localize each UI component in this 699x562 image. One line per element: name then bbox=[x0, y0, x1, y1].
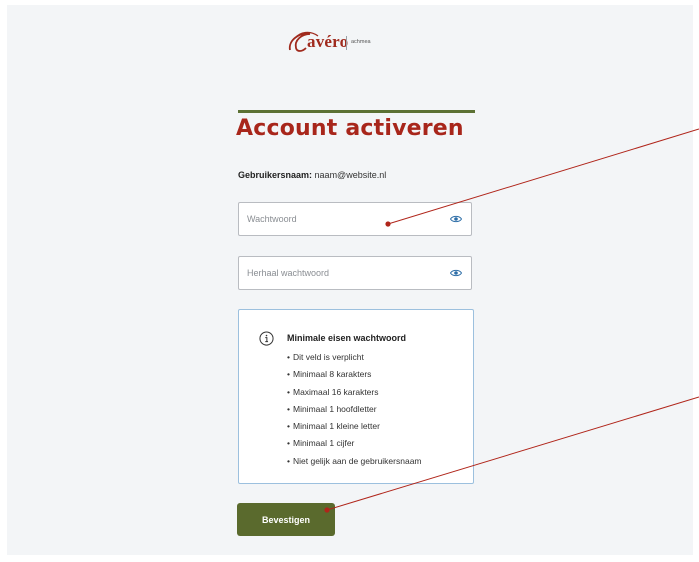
username-value: naam@website.nl bbox=[314, 170, 387, 180]
page-title: Account activeren bbox=[236, 116, 464, 141]
logo-subbrand: achmea bbox=[351, 39, 371, 45]
eye-icon[interactable] bbox=[450, 213, 462, 225]
submit-button[interactable]: Bevestigen bbox=[237, 503, 335, 536]
requirement-item: Minimaal 8 karakters bbox=[287, 368, 422, 385]
requirement-item: Minimaal 1 cijfer bbox=[287, 437, 422, 454]
requirements-title: Minimale eisen wachtwoord bbox=[287, 333, 407, 343]
username-row: Gebruikersnaam: naam@website.nl bbox=[238, 170, 386, 180]
requirement-item: Minimaal 1 hoofdletter bbox=[287, 403, 422, 420]
requirement-item: Maximaal 16 karakters bbox=[287, 386, 422, 403]
info-icon bbox=[259, 331, 274, 346]
requirement-item: Minimaal 1 kleine letter bbox=[287, 420, 422, 437]
requirements-list: Dit veld is verplicht Minimaal 8 karakte… bbox=[287, 351, 422, 472]
logo-divider bbox=[346, 36, 347, 50]
requirement-item: Dit veld is verplicht bbox=[287, 351, 422, 368]
password-field[interactable] bbox=[238, 202, 472, 236]
password-requirements-box: Minimale eisen wachtwoord Dit veld is ve… bbox=[238, 309, 474, 484]
avero-logo: avéro achmea bbox=[286, 28, 406, 58]
title-rule bbox=[238, 110, 475, 113]
logo-wordmark: avéro bbox=[307, 32, 349, 51]
eye-icon[interactable] bbox=[450, 267, 462, 279]
username-label: Gebruikersnaam: bbox=[238, 170, 313, 180]
repeat-password-input[interactable] bbox=[247, 264, 437, 282]
requirement-item: Niet gelijk aan de gebruikersnaam bbox=[287, 455, 422, 472]
repeat-password-field[interactable] bbox=[238, 256, 472, 290]
password-input[interactable] bbox=[247, 210, 437, 228]
